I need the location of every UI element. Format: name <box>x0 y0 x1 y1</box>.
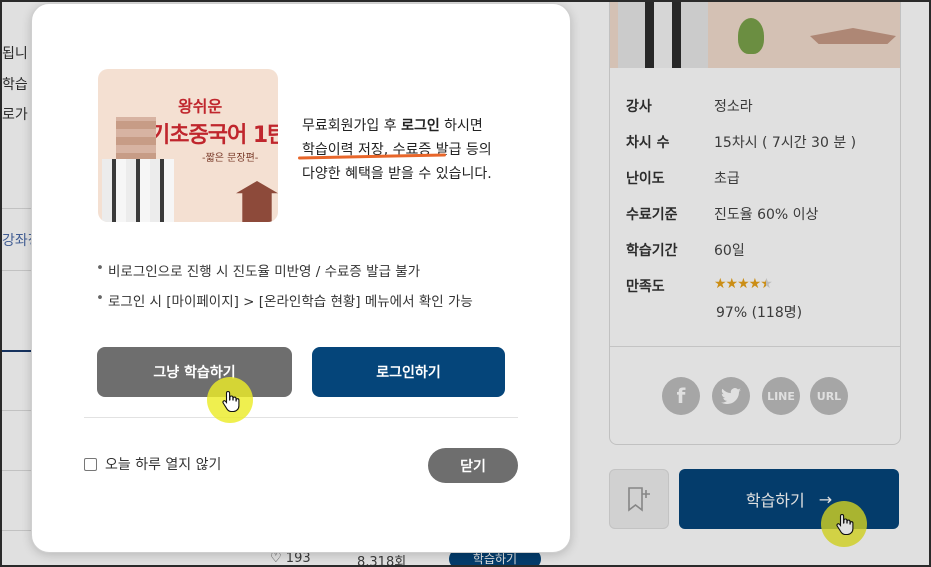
login-prompt-modal: 왕쉬운 기초중국어 1탄 -짧은 문장편- 무료회원가입 후 로그인 하시면 학… <box>31 3 571 553</box>
dont-show-today-option[interactable]: 오늘 하루 열지 않기 <box>84 454 221 474</box>
hand-cursor-icon <box>222 390 240 412</box>
description-bold-login: 로그인 <box>401 118 440 134</box>
description-line-3: 다양한 혜택을 받을 수 있습니다. <box>302 166 492 182</box>
dont-show-today-checkbox[interactable] <box>84 457 97 471</box>
study-without-login-button[interactable]: 그냥 학습하기 <box>97 347 292 397</box>
pagoda-graphic <box>236 181 278 222</box>
notice-item: 비로그인으로 진행 시 진도율 미반영 / 수료증 발급 불가 <box>96 260 473 290</box>
login-button[interactable]: 로그인하기 <box>312 347 505 397</box>
description-text: 무료회원가입 후 <box>302 118 402 134</box>
dont-show-today-label: 오늘 하루 열지 않기 <box>105 457 222 473</box>
description-line-1: 무료회원가입 후 로그인 하시면 <box>302 114 552 138</box>
close-button[interactable]: 닫기 <box>428 448 518 483</box>
description-text: 하시면 <box>439 118 483 134</box>
modal-divider <box>84 417 518 418</box>
pixelated-face <box>116 117 156 161</box>
course-thumbnail-image: 왕쉬운 기초중국어 1탄 -짧은 문장편- <box>98 69 278 222</box>
notice-item: 로그인 시 [마이페이지] > [온라인학습 현황] 메뉴에서 확인 가능 <box>96 290 473 320</box>
thumbnail-title-top: 왕쉬운 <box>178 97 223 116</box>
notice-list: 비로그인으로 진행 시 진도율 미반영 / 수료증 발급 불가 로그인 시 [마… <box>96 260 473 320</box>
thumbnail-subtitle: -짧은 문장편- <box>202 153 259 164</box>
instructor-body <box>102 159 174 222</box>
benefits-description: 무료회원가입 후 로그인 하시면 학습이력 저장, 수료증 발급 등의 다양한 … <box>302 114 552 186</box>
instructor-photo <box>102 113 174 222</box>
